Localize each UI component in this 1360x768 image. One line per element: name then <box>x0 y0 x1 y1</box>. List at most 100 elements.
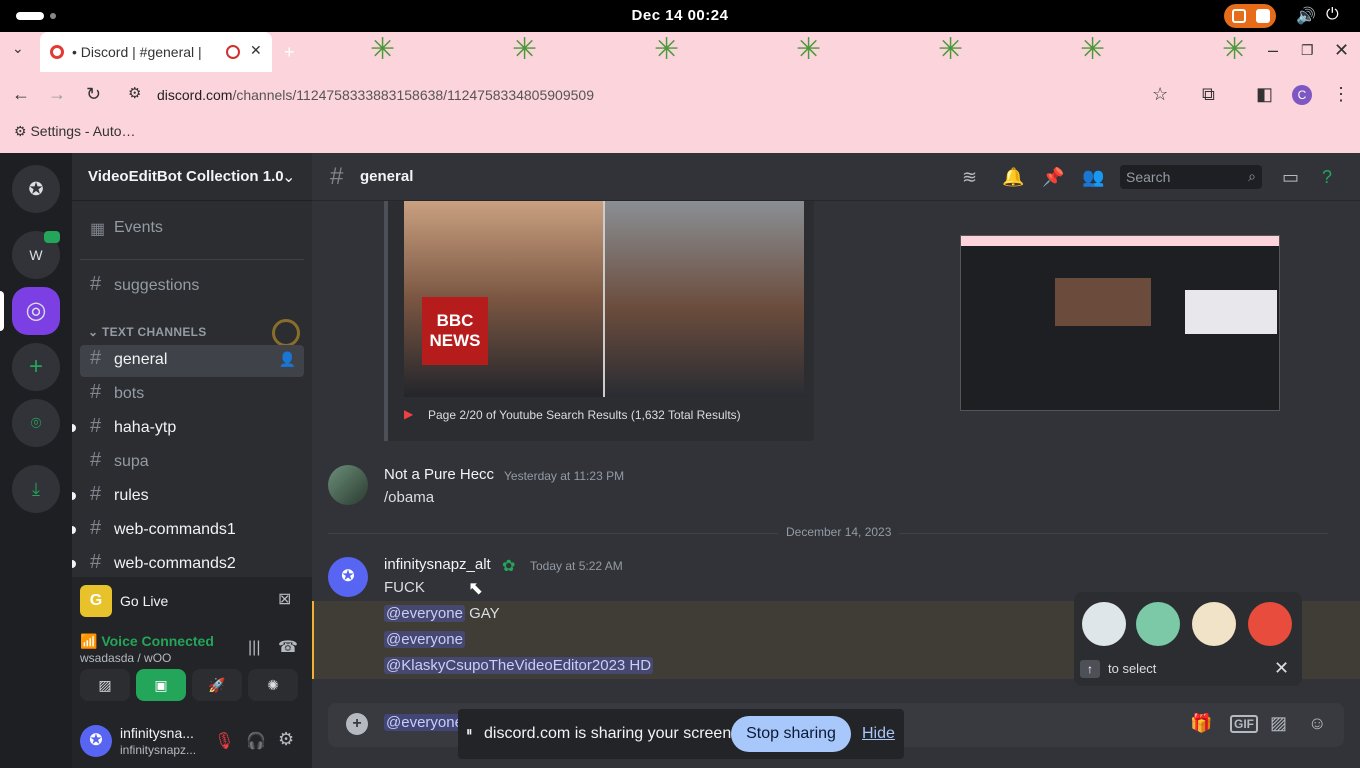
noise-suppression-icon[interactable]: ||| <box>248 639 260 657</box>
channel-suggestions[interactable]: # suggestions <box>80 271 304 303</box>
power-icon[interactable]: ⏻ <box>1326 6 1339 24</box>
tab-title: • Discord | #general | <box>72 44 202 60</box>
headset-icon[interactable]: 🎧 <box>246 731 266 751</box>
chevron-down-icon[interactable]: ⌄ <box>282 167 295 187</box>
channel-rules[interactable]: # rules <box>72 481 304 513</box>
screen-share-preview[interactable] <box>960 235 1280 411</box>
events-item[interactable]: ▦ Events <box>80 213 304 245</box>
user-settings-gear-icon[interactable]: ⚙ <box>278 729 294 750</box>
youtube-embed: BBC NEWS ▶ Page 2/20 of Youtube Search Re… <box>384 201 814 441</box>
pinned-messages-icon[interactable]: 📌 <box>1042 167 1064 188</box>
channel-sidebar: VideoEditBot Collection 1.0 ⌄ ▦ Events # s… <box>72 153 312 768</box>
close-window-icon[interactable]: ✕ <box>1334 40 1349 61</box>
url-text[interactable]: discord.com/channels/1124758333883158638… <box>157 87 594 103</box>
video-thumbnail[interactable]: BBC NEWS <box>404 201 804 397</box>
composer-draft[interactable]: @everyone <box>384 714 465 731</box>
voice-channel-name[interactable]: wsadasda / wOO <box>80 651 171 665</box>
channel-bots[interactable]: # bots <box>80 379 304 411</box>
share-status-text: discord.com is sharing your screen. <box>484 725 736 742</box>
sticker-cat[interactable] <box>1192 602 1236 646</box>
voice-connected-status[interactable]: 📶 Voice Connected <box>80 633 214 650</box>
system-clock[interactable]: Dec 14 00:24 <box>0 7 1360 24</box>
notification-bell-icon[interactable]: 🔔 <box>1002 167 1024 188</box>
channel-supa[interactable]: # supa <box>80 447 304 479</box>
maximize-window-icon[interactable]: ❐ <box>1301 42 1314 59</box>
profile-avatar[interactable]: C <box>1292 85 1312 105</box>
screen-share-indicator[interactable] <box>1224 4 1276 28</box>
new-tab-button[interactable]: + <box>284 42 295 63</box>
bookmark-settings-auto[interactable]: ⚙ Settings - Auto… <box>14 123 136 140</box>
channel-general[interactable]: # general 👤 <box>80 345 304 377</box>
side-panel-icon[interactable]: ◧ <box>1256 84 1273 105</box>
add-server-icon[interactable]: + <box>12 343 60 391</box>
sticker-icon[interactable]: ▨ <box>1270 713 1287 734</box>
discord-home-icon[interactable]: ✪ <box>12 165 60 213</box>
back-arrow-icon[interactable]: ← <box>12 84 30 105</box>
channel-web-commands1[interactable]: # web-commands1 <box>72 515 304 547</box>
reload-icon[interactable]: ↻ <box>86 84 101 105</box>
preview-window <box>1185 290 1277 334</box>
explore-compass-icon[interactable]: ⌾ <box>12 399 60 447</box>
os-top-bar: Dec 14 00:24 🔊 ⏻ <box>0 0 1360 32</box>
user-avatar[interactable]: ✪ <box>80 725 112 757</box>
arrow-up-key-icon: ↑ <box>1080 660 1100 678</box>
threads-icon[interactable]: ≋ <box>962 167 977 188</box>
go-live-panel[interactable]: G Go Live ⊠ <box>72 577 312 625</box>
sticker-robot[interactable] <box>1082 602 1126 646</box>
volume-icon[interactable]: 🔊 <box>1296 6 1316 26</box>
stop-sharing-button[interactable]: Stop sharing <box>731 716 851 752</box>
browser-menu-icon[interactable]: ⋮ <box>1332 84 1350 105</box>
user-avatar[interactable]: ✪ <box>328 557 368 597</box>
soundboard-button[interactable]: ✺ <box>248 669 298 701</box>
emoji-icon[interactable]: ☺ <box>1308 713 1326 734</box>
close-icon[interactable]: ✕ <box>1274 658 1289 679</box>
tab-list-chevron-icon[interactable]: ⌄ <box>12 40 24 57</box>
channel-haha-ytp[interactable]: # haha-ytp <box>72 413 304 445</box>
add-attachment-icon[interactable]: + <box>346 713 368 735</box>
gif-icon[interactable]: GIF <box>1230 715 1258 733</box>
close-icon[interactable]: ⊠ <box>278 589 291 609</box>
minimize-window-icon[interactable]: – <box>1268 40 1278 61</box>
close-tab-icon[interactable]: ✕ <box>250 42 262 59</box>
unread-indicator <box>72 526 76 534</box>
hide-button[interactable]: Hide <box>862 725 895 743</box>
message-author[interactable]: infinitysnapz_alt <box>384 556 491 573</box>
member-list-icon[interactable]: 👥 <box>1082 167 1104 188</box>
bookmark-star-icon[interactable]: ☆ <box>1152 84 1168 105</box>
activities-button[interactable]: 🚀 <box>192 669 242 701</box>
help-icon[interactable]: ? <box>1322 167 1332 188</box>
theme-leaf-icon: ✳ <box>938 33 964 66</box>
inbox-icon[interactable]: ▭ <box>1282 167 1299 188</box>
server-name-header[interactable]: VideoEditBot Collection 1.0 <box>72 153 312 201</box>
forward-arrow-icon[interactable]: → <box>48 84 66 105</box>
mention-everyone[interactable]: @everyone <box>384 631 465 648</box>
download-apps-icon[interactable]: ⤓ <box>12 465 60 513</box>
divider <box>80 259 304 260</box>
user-avatar[interactable] <box>328 465 368 505</box>
unread-indicator <box>72 492 76 500</box>
user-display-name[interactable]: infinitysna... <box>120 725 194 741</box>
camera-off-button[interactable]: ▨ <box>80 669 130 701</box>
gift-icon[interactable]: 🎁 <box>1190 713 1212 734</box>
category-text-channels[interactable]: ⌄ TEXT CHANNELS <box>88 325 207 339</box>
search-input[interactable]: Search ⌕ <box>1120 165 1262 189</box>
mention-everyone[interactable]: @everyone <box>384 605 465 622</box>
mention-user[interactable]: @KlaskyCsupoTheVideoEditor2023 HD <box>384 657 654 674</box>
message-timestamp: Yesterday at 11:23 PM <box>504 469 625 483</box>
server-icon-videoeditbot[interactable]: ◎ <box>12 287 60 335</box>
youtube-icon: ▶ <box>404 407 414 421</box>
message-text: @KlaskyCsupoTheVideoEditor2023 HD <box>384 657 654 674</box>
site-settings-icon[interactable]: ⚙ <box>128 84 141 102</box>
screen-share-button[interactable]: ▣ <box>136 669 186 701</box>
message-author[interactable]: Not a Pure Hecc <box>384 466 494 483</box>
date-divider: December 14, 2023 <box>328 525 1328 539</box>
browser-tab[interactable]: • Discord | #general | ✕ <box>40 32 272 72</box>
address-bar[interactable]: ⚙ discord.com/channels/11247583338831586… <box>118 78 1194 112</box>
selected-server-pill <box>0 291 4 331</box>
mic-muted-icon[interactable]: 🎙 <box>214 731 234 751</box>
sticker-robot-red[interactable] <box>1248 602 1292 646</box>
disconnect-icon[interactable]: ☎ <box>278 637 298 657</box>
sticker-no[interactable] <box>1136 602 1180 646</box>
invite-icon[interactable]: 👤 <box>279 351 296 368</box>
extensions-icon[interactable]: ⧉ <box>1202 84 1215 105</box>
